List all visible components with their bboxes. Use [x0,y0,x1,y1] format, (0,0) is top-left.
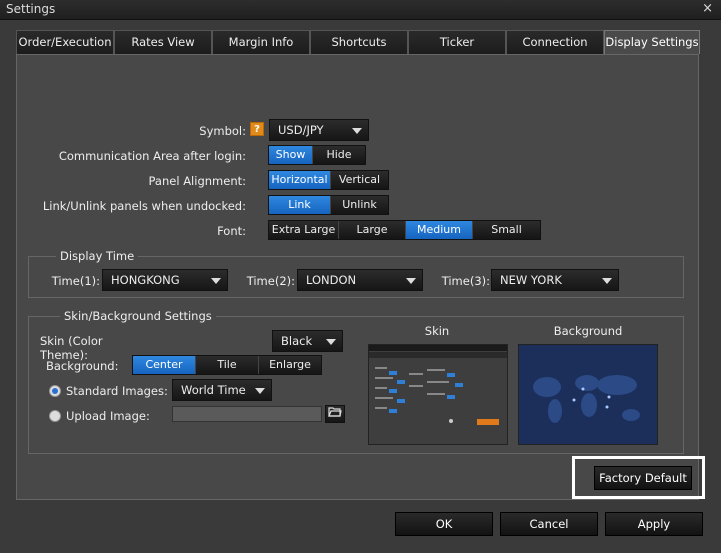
comm-area-label: Communication Area after login: [58,149,246,163]
time3-value: NEW YORK [500,273,562,287]
standard-images-dropdown[interactable]: World Time [172,379,272,401]
time2-dropdown[interactable]: LONDON [297,269,423,291]
cancel-button[interactable]: Cancel [500,512,598,536]
horizontal-option[interactable]: Horizontal [269,171,331,189]
font-label: Font: [217,224,246,238]
world-map-graphic [533,375,640,423]
title-bar: Settings × [0,0,721,20]
font-large-option[interactable]: Large [339,221,406,239]
vertical-option[interactable]: Vertical [331,171,388,189]
folder-icon [328,407,342,417]
skin-preview-image [368,344,508,445]
font-small-option[interactable]: Small [473,221,540,239]
time1-dropdown[interactable]: HONGKONG [102,269,228,291]
symbol-label: Symbol: [199,124,246,138]
chevron-down-icon [326,339,336,345]
tab-order-execution[interactable]: Order/Execution [16,30,114,54]
time3-label: Time(3): [441,274,490,288]
font-extra-large-option[interactable]: Extra Large [269,221,339,239]
upload-image-label: Upload Image: [66,409,150,423]
panel-alignment-toggle: Horizontal Vertical [268,170,389,190]
time3-dropdown[interactable]: NEW YORK [491,269,619,291]
chevron-down-icon [352,128,362,134]
show-option[interactable]: Show [269,146,313,164]
apply-button[interactable]: Apply [605,512,703,536]
skin-preview-graphic [369,345,507,425]
help-icon[interactable]: ? [250,122,264,136]
window-title: Settings [6,2,56,16]
standard-images-radio[interactable] [49,385,61,397]
unlink-option[interactable]: Unlink [331,196,388,214]
background-mode-toggle: Center Tile Enlarge [132,355,322,375]
time1-label: Time(1): [51,274,100,288]
chevron-down-icon [255,388,265,394]
standard-images-label: Standard Images: [66,384,168,398]
time2-label: Time(2): [246,274,295,288]
tab-shortcuts[interactable]: Shortcuts [310,30,408,54]
factory-default-highlight [572,456,705,499]
tab-display-settings[interactable]: Display Settings [604,30,700,54]
close-icon[interactable]: × [702,1,713,16]
skin-background-title: Skin/Background Settings [60,309,216,323]
symbol-dropdown[interactable]: USD/JPY [269,119,369,141]
chevron-down-icon [211,278,221,284]
skin-theme-dropdown[interactable]: Black [272,330,343,352]
hide-option[interactable]: Hide [313,146,365,164]
tab-bar: Order/Execution Rates View Margin Info S… [16,30,700,54]
bg-enlarge-option[interactable]: Enlarge [259,356,321,374]
link-unlink-label: Link/Unlink panels when undocked: [42,199,246,213]
upload-image-radio[interactable] [49,410,61,422]
tab-rates-view[interactable]: Rates View [114,30,212,54]
skin-theme-value: Black [281,334,313,348]
bg-center-option[interactable]: Center [133,356,196,374]
ok-button[interactable]: OK [395,512,493,536]
background-label: Background: [46,359,119,373]
display-time-title: Display Time [56,249,139,263]
upload-image-path-field[interactable] [172,406,322,422]
font-size-toggle: Extra Large Large Medium Small [268,220,541,240]
tab-ticker[interactable]: Ticker [408,30,506,54]
bg-tile-option[interactable]: Tile [196,356,259,374]
font-medium-option[interactable]: Medium [406,221,473,239]
panel-alignment-label: Panel Alignment: [148,174,246,188]
time1-value: HONGKONG [111,273,180,287]
chevron-down-icon [406,278,416,284]
folder-open-icon[interactable] [325,405,345,423]
link-option[interactable]: Link [269,196,331,214]
symbol-value: USD/JPY [278,123,324,137]
tab-connection[interactable]: Connection [506,30,604,54]
tab-margin-info[interactable]: Margin Info [212,30,310,54]
standard-images-value: World Time [181,383,246,397]
link-unlink-toggle: Link Unlink [268,195,389,215]
comm-area-toggle: Show Hide [268,145,366,165]
background-preview-label: Background [553,324,623,338]
background-preview-image [518,344,658,445]
skin-preview-label: Skin [424,324,450,338]
time2-value: LONDON [306,273,357,287]
chevron-down-icon [602,278,612,284]
